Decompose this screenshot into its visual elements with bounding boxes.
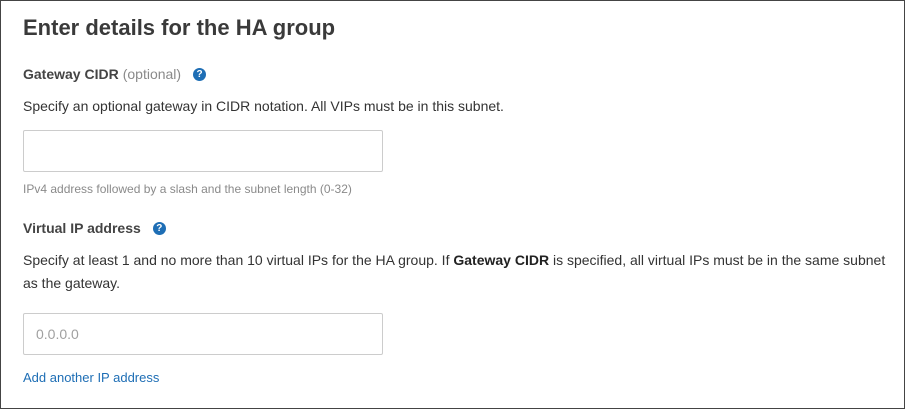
gateway-cidr-input[interactable] — [23, 130, 383, 172]
virtual-ip-label-row: Virtual IP address ? — [23, 218, 166, 238]
gateway-cidr-description: Specify an optional gateway in CIDR nota… — [23, 98, 504, 114]
question-circle-icon[interactable]: ? — [193, 67, 207, 81]
page-title: Enter details for the HA group — [23, 15, 336, 40]
virtual-ip-description-part1: Specify at least 1 and no more than 10 v… — [23, 252, 454, 268]
virtual-ip-description: Specify at least 1 and no more than 10 v… — [23, 249, 893, 295]
virtual-ip-input[interactable] — [23, 313, 383, 355]
gateway-cidr-label-row: Gateway CIDR (optional) ? — [23, 64, 207, 84]
add-ip-address-link[interactable]: Add another IP address — [23, 369, 159, 387]
question-circle-icon[interactable]: ? — [152, 221, 166, 235]
virtual-ip-description-bold: Gateway CIDR — [453, 252, 550, 268]
virtual-ip-label: Virtual IP address — [23, 220, 141, 236]
gateway-cidr-hint: IPv4 address followed by a slash and the… — [23, 182, 352, 196]
ha-group-details-panel: Enter details for the HA group Gateway C… — [0, 0, 905, 409]
gateway-cidr-label: Gateway CIDR — [23, 66, 119, 82]
optional-tag: (optional) — [122, 66, 182, 82]
